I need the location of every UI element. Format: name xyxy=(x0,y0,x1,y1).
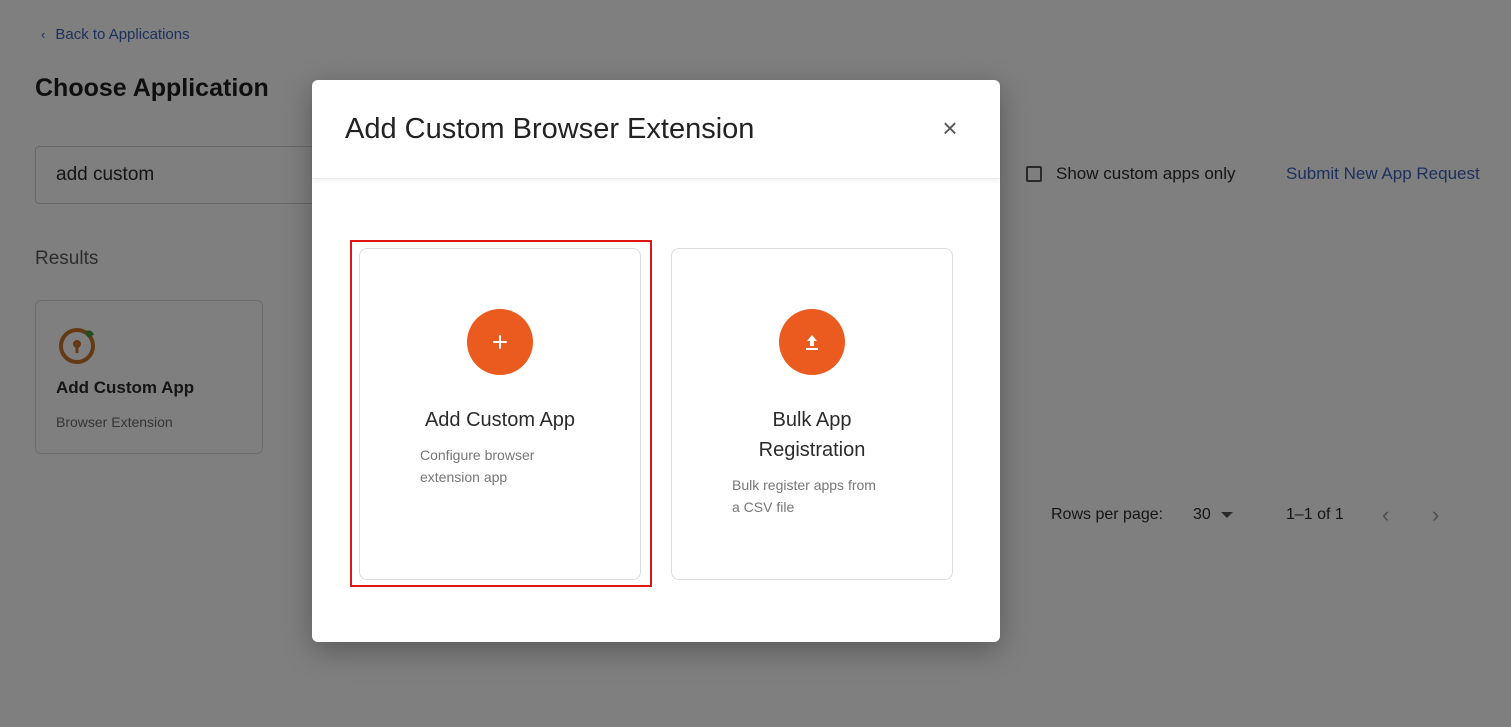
upload-icon xyxy=(779,309,845,375)
modal-title: Add Custom Browser Extension xyxy=(345,113,755,145)
add-custom-browser-extension-dialog: Add Custom Browser Extension × Add Custo… xyxy=(312,80,1000,642)
option-title-line: Bulk App xyxy=(772,409,852,431)
add-custom-app-option[interactable]: Add Custom App Configure browser extensi… xyxy=(359,248,641,580)
option-description-line: a CSV file xyxy=(732,499,795,515)
option-description: Configure browser extension app xyxy=(420,444,534,488)
option-title: Add Custom App xyxy=(424,409,576,431)
modal-header: Add Custom Browser Extension × xyxy=(312,80,1000,179)
bulk-app-registration-option[interactable]: Bulk App Registration Bulk register apps… xyxy=(671,248,953,580)
close-icon[interactable]: × xyxy=(938,115,962,141)
option-description-line: extension app xyxy=(420,469,508,485)
option-description-line: Bulk register apps from xyxy=(732,477,876,493)
option-description: Bulk register apps from a CSV file xyxy=(732,474,876,518)
option-title: Bulk App Registration xyxy=(672,405,952,465)
option-title-line: Registration xyxy=(758,439,866,461)
plus-icon xyxy=(467,309,533,375)
option-description-line: Configure browser xyxy=(420,447,535,463)
